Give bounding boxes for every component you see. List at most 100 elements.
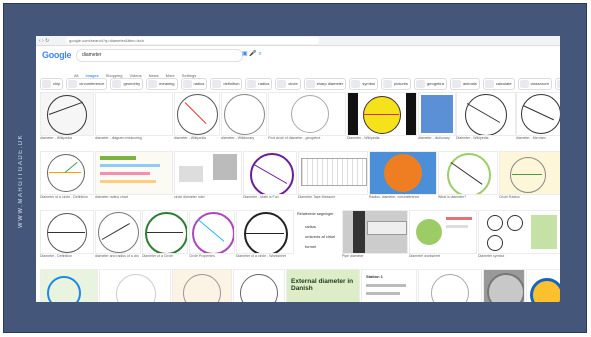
chip-thumbnail — [416, 80, 426, 88]
image-result[interactable] — [438, 151, 498, 195]
browser-screenshot: ‹ › ↻ google.com/search?q=diameter&tbm=i… — [36, 36, 560, 302]
image-result[interactable] — [456, 92, 516, 136]
image-caption: diameter - Wikipedia — [40, 136, 72, 140]
search-icon[interactable]: ⌕ — [259, 51, 262, 57]
chip-thumbnail — [182, 80, 192, 88]
related-item[interactable]: omkreds af cirkel — [305, 234, 335, 239]
image-caption: Radius, diameter, circumference — [369, 195, 420, 199]
chip-label: radius — [258, 81, 270, 86]
related-chip[interactable]: pictures — [381, 78, 412, 90]
image-caption: diameter - Wiktionary — [221, 136, 255, 140]
image-result[interactable] — [243, 151, 297, 195]
related-searches: Relaterede søgninger radius omkreds af c… — [295, 210, 339, 252]
result-row: External diameter in Danish Station 1 — [40, 269, 560, 302]
image-result[interactable] — [233, 269, 285, 302]
image-result[interactable] — [142, 210, 188, 254]
chip-thumbnail — [383, 80, 393, 88]
related-chip[interactable]: meaning — [146, 78, 178, 90]
related-item[interactable]: formel — [305, 244, 316, 249]
related-chip[interactable]: circle — [275, 78, 301, 90]
related-chip[interactable]: geogebra — [414, 78, 447, 90]
url-field[interactable]: google.com/search?q=diameter&tbm=isch — [66, 37, 319, 44]
image-caption: diameter radius chart — [95, 195, 128, 199]
image-caption: Diameter of a circle - Worksheet — [236, 254, 286, 258]
side-watermark: WWW.MARGITGADE.DK — [18, 133, 24, 228]
image-result[interactable] — [174, 151, 242, 195]
image-result[interactable] — [95, 92, 173, 136]
related-chip[interactable]: radius — [245, 78, 273, 90]
image-result[interactable] — [499, 151, 560, 195]
related-chip[interactable]: radius — [180, 78, 208, 90]
image-caption: diameter - dictionary — [418, 136, 450, 140]
chip-label: circle — [288, 81, 298, 86]
related-chip[interactable]: circumference — [66, 78, 108, 90]
related-chip[interactable]: symbol — [349, 78, 379, 90]
image-results-grid: diameter - Wikipedia diameter - diagram … — [40, 92, 560, 302]
chip-label: definition — [223, 81, 240, 86]
image-result[interactable] — [526, 269, 560, 302]
image-result[interactable] — [478, 210, 560, 254]
chip-label: meaning — [159, 81, 175, 86]
image-caption: Diameter worksheet — [409, 254, 441, 258]
camera-icon[interactable]: ▣ — [242, 51, 248, 57]
image-result[interactable] — [221, 92, 267, 136]
image-result[interactable] — [409, 210, 477, 254]
image-result[interactable] — [40, 92, 94, 136]
search-tabs: All Images Shopping Videos News More Settings — [74, 64, 203, 79]
related-chip[interactable]: definition — [210, 78, 243, 90]
image-result[interactable] — [342, 210, 408, 254]
chip-thumbnail — [451, 80, 461, 88]
image-result[interactable] — [40, 210, 94, 254]
chip-thumbnail — [519, 80, 529, 88]
image-result[interactable] — [516, 92, 560, 136]
related-item[interactable]: radius — [305, 224, 316, 229]
image-result[interactable] — [172, 269, 232, 302]
image-result[interactable] — [268, 92, 346, 136]
address-bar: ‹ › ↻ google.com/search?q=diameter&tbm=i… — [36, 36, 560, 46]
related-chip[interactable]: classroom — [517, 78, 552, 90]
image-caption: Diameter - Wikipedia — [347, 136, 380, 140]
google-logo[interactable]: Google — [42, 50, 72, 60]
search-input[interactable]: diameter — [76, 49, 243, 62]
image-caption: circle diameter ruler — [174, 195, 205, 199]
chip-label: animals — [462, 81, 477, 86]
nav-arrows-icon[interactable]: ‹ › ↻ — [39, 38, 49, 44]
image-result[interactable] — [298, 151, 368, 195]
image-caption: Diameter - Definition — [40, 254, 72, 258]
image-caption: Diameter - Wikipedia — [456, 136, 489, 140]
image-result[interactable] — [95, 210, 141, 254]
related-chip[interactable]: calculate — [482, 78, 515, 90]
image-result[interactable] — [418, 269, 482, 302]
image-result[interactable]: External diameter in Danish — [286, 269, 360, 302]
image-caption: Diameter symbol — [478, 254, 505, 258]
chip-thumbnail — [112, 80, 122, 88]
chip-thumbnail — [68, 80, 78, 88]
image-caption: What is diameter? — [438, 195, 467, 199]
image-result[interactable] — [40, 269, 98, 302]
image-result[interactable] — [40, 151, 94, 195]
image-result[interactable] — [174, 92, 220, 136]
image-result[interactable] — [99, 269, 171, 302]
related-chip[interactable]: English — [554, 78, 560, 90]
image-caption: Diameter Tape Measure — [298, 195, 336, 199]
image-caption: Diameter - Math is Fun — [243, 195, 279, 199]
related-chip[interactable]: sharp diameter — [303, 78, 347, 90]
image-result[interactable] — [483, 269, 525, 302]
chip-label: calculate — [495, 81, 512, 86]
image-caption: Circle Properties — [189, 254, 215, 258]
chip-label: classroom — [530, 81, 549, 86]
related-chip[interactable]: chip — [40, 78, 64, 90]
related-chip[interactable]: animals — [449, 78, 480, 90]
related-chip[interactable]: geometry — [110, 78, 144, 90]
image-caption: diameter - Merriam — [516, 136, 546, 140]
image-result[interactable] — [418, 92, 456, 136]
mic-icon[interactable]: 🎤 — [249, 51, 256, 57]
image-result[interactable] — [95, 151, 173, 195]
image-result[interactable]: Station 1 — [361, 269, 417, 302]
chip-label: pictures — [394, 81, 409, 86]
image-caption: diameter - Wikipedia — [174, 136, 206, 140]
image-result[interactable] — [347, 92, 417, 136]
image-result[interactable] — [236, 210, 294, 254]
image-result[interactable] — [369, 151, 437, 195]
image-result[interactable] — [189, 210, 235, 254]
